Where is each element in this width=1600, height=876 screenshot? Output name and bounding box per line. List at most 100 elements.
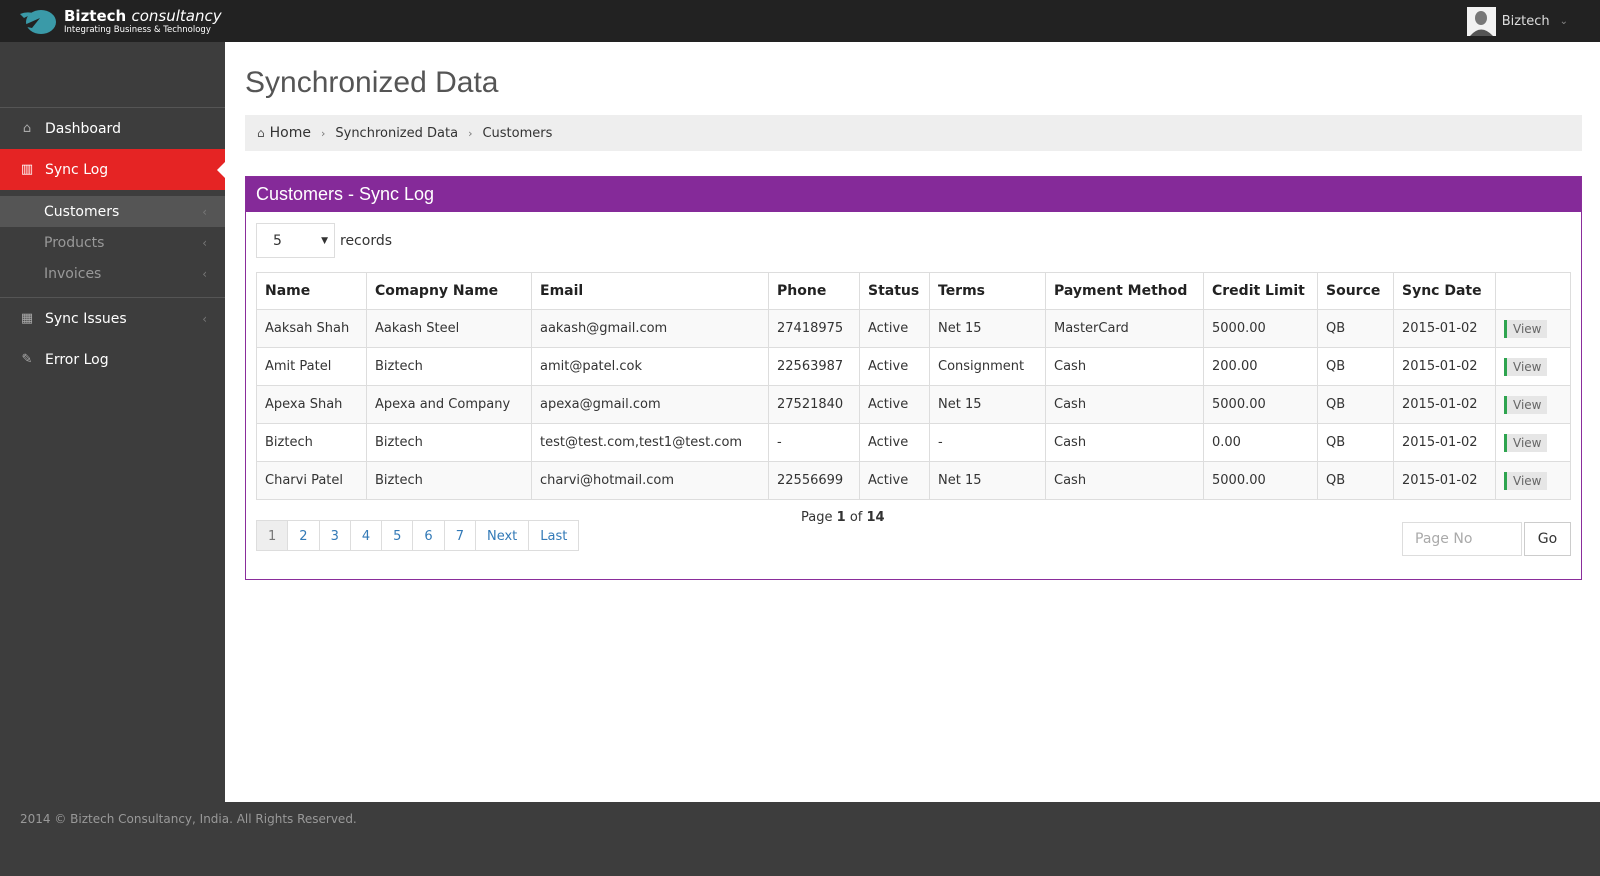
cell-sync-date: 2015-01-02 (1393, 423, 1496, 462)
main-content: Synchronized Data ⌂ Home › Synchronized … (225, 42, 1600, 802)
page-link-7[interactable]: 7 (443, 520, 476, 551)
cell-name: Apexa Shah (256, 385, 367, 424)
page-link-2[interactable]: 2 (287, 520, 320, 551)
col-sync-date[interactable]: Sync Date (1393, 272, 1496, 310)
cell-actions: View (1495, 385, 1571, 424)
page-info-current: 1 (836, 510, 846, 525)
col-payment-method[interactable]: Payment Method (1045, 272, 1204, 310)
cell-email: test@test.com,test1@test.com (531, 423, 769, 462)
sidebar-item-label: Error Log (45, 351, 109, 368)
page-link-5[interactable]: 5 (381, 520, 414, 551)
col-company-name[interactable]: Comapny Name (366, 272, 532, 310)
cell-credit-limit: 5000.00 (1203, 309, 1318, 348)
cell-status: Active (859, 347, 930, 386)
last-page-link[interactable]: Last (528, 520, 580, 551)
brand-tagline: Integrating Business & Technology (64, 25, 211, 36)
col-actions (1495, 272, 1571, 310)
cell-status: Active (859, 423, 930, 462)
user-photo-icon (1466, 7, 1496, 36)
sidebar-item-label: Customers (44, 203, 120, 220)
cell-source: QB (1317, 461, 1394, 500)
table-row: Apexa Shah Apexa and Company apexa@gmail.c… (256, 385, 1571, 424)
sidebar-item-sync-log[interactable]: ▥ Sync Log (0, 149, 225, 190)
col-terms[interactable]: Terms (929, 272, 1046, 310)
cell-name: Amit Patel (256, 347, 367, 386)
view-button[interactable]: View (1504, 357, 1548, 376)
col-email[interactable]: Email (531, 272, 769, 310)
cell-sync-date: 2015-01-02 (1393, 461, 1496, 500)
pagination: 1 2 3 4 5 6 7 Next Last (256, 520, 580, 551)
view-button[interactable]: View (1504, 471, 1548, 490)
table-row: Biztech Biztech test@test.com,test1@test.c… (256, 423, 1571, 462)
page-link-1[interactable]: 1 (256, 520, 289, 551)
cell-company-name: Apexa and Company (366, 385, 532, 424)
cell-terms: Net 15 (929, 385, 1046, 424)
page-no-input[interactable] (1402, 522, 1522, 556)
brand-logo[interactable]: Biztech consultancy Integrating Business… (18, 6, 222, 38)
cell-actions: View (1495, 347, 1571, 386)
cell-actions: View (1495, 309, 1571, 348)
cell-email: aakash@gmail.com (531, 309, 769, 348)
sidebar-item-dashboard[interactable]: ⌂ Dashboard (0, 108, 225, 149)
page-info: Page 1 of 14 (801, 510, 885, 525)
breadcrumb-synchronized-data[interactable]: Synchronized Data (335, 126, 458, 141)
cell-credit-limit: 5000.00 (1203, 461, 1318, 500)
cell-email: amit@patel.cok (531, 347, 769, 386)
table-row: Amit Patel Biztech amit@patel.cok 22563987 A… (256, 347, 1571, 386)
page-info-prefix: Page (801, 510, 833, 525)
customers-sync-log-panel: Customers - Sync Log 5 ▼ records Name Co… (245, 176, 1582, 580)
sidebar-subitem-products[interactable]: Products ‹ (0, 227, 225, 258)
go-to-page: Go (1402, 522, 1571, 556)
cell-sync-date: 2015-01-02 (1393, 385, 1496, 424)
cell-status: Active (859, 461, 930, 500)
view-button[interactable]: View (1504, 319, 1548, 338)
records-label: records (340, 232, 393, 249)
next-page-link[interactable]: Next (474, 520, 530, 551)
footer: 2014 © Biztech Consultancy, India. All R… (0, 802, 1600, 876)
sidebar-item-sync-issues[interactable]: ▦ Sync Issues ‹ (0, 298, 225, 339)
col-credit-limit[interactable]: Credit Limit (1203, 272, 1318, 310)
cell-phone: 27521840 (768, 385, 860, 424)
chevron-left-icon: ‹ (202, 204, 207, 219)
sidebar-subitem-invoices[interactable]: Invoices ‹ (0, 258, 225, 289)
sidebar-item-label: Sync Log (45, 161, 109, 178)
chevron-right-icon: › (320, 126, 326, 140)
cell-credit-limit: 5000.00 (1203, 385, 1318, 424)
sidebar-item-label: Products (44, 234, 105, 251)
col-phone[interactable]: Phone (768, 272, 860, 310)
user-menu[interactable]: Biztech ⌄ (1466, 7, 1568, 36)
view-button[interactable]: View (1504, 395, 1548, 414)
chevron-left-icon: ‹ (202, 266, 207, 281)
page-info-of: of (849, 510, 863, 525)
chevron-right-icon: › (468, 126, 473, 140)
col-status[interactable]: Status (859, 272, 930, 310)
sidebar-item-error-log[interactable]: ✎ Error Log (0, 339, 225, 380)
sync-log-submenu: Customers ‹ Products ‹ Invoices ‹ (0, 190, 225, 297)
page-link-6[interactable]: 6 (412, 520, 445, 551)
sidebar-item-label: Dashboard (45, 120, 121, 137)
go-button[interactable]: Go (1524, 522, 1571, 556)
cell-company-name: Aakash Steel (366, 309, 532, 348)
cell-phone: - (768, 423, 860, 462)
caret-down-icon: ▼ (321, 235, 328, 246)
table-header-row: Name Comapny Name Email Phone Status Ter… (256, 272, 1571, 310)
breadcrumb-home[interactable]: Home (270, 125, 311, 141)
avatar (1466, 7, 1496, 36)
page-link-3[interactable]: 3 (318, 520, 351, 551)
view-button[interactable]: View (1504, 433, 1548, 452)
records-select[interactable]: 5 ▼ (256, 223, 335, 258)
table-row: Aaksah Shah Aakash Steel aakash@gmail.com 2… (256, 309, 1571, 348)
bar-chart-icon: ▥ (20, 162, 34, 177)
sidebar-subitem-customers[interactable]: Customers ‹ (0, 196, 225, 227)
page-link-4[interactable]: 4 (349, 520, 383, 551)
sidebar-item-label: Sync Issues (45, 310, 127, 327)
col-source[interactable]: Source (1317, 272, 1394, 310)
cell-status: Active (859, 385, 930, 424)
cell-name: Biztech (256, 423, 367, 462)
cell-credit-limit: 200.00 (1203, 347, 1318, 386)
cell-terms: - (929, 423, 1046, 462)
records-per-page: 5 ▼ records (256, 223, 392, 258)
cell-credit-limit: 0.00 (1203, 423, 1318, 462)
col-name[interactable]: Name (256, 272, 367, 310)
customers-table: Name Comapny Name Email Phone Status Ter… (256, 272, 1571, 500)
